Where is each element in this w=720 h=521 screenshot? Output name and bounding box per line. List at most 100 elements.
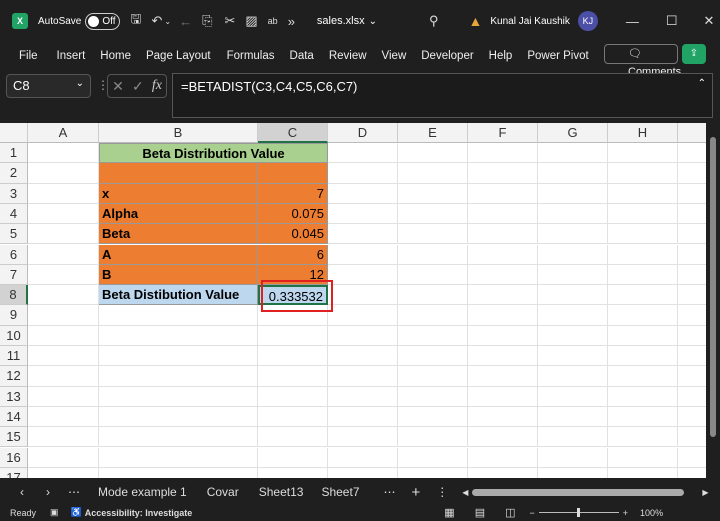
- cell[interactable]: [608, 427, 678, 448]
- tab-review[interactable]: Review: [329, 50, 367, 62]
- options-icon[interactable]: ⋮: [436, 485, 448, 499]
- more-commands-icon[interactable]: »: [288, 14, 295, 29]
- cell[interactable]: [468, 285, 538, 306]
- column-header-C[interactable]: C: [258, 123, 328, 143]
- cell[interactable]: [678, 387, 706, 407]
- redo-icon[interactable]: ←: [179, 14, 192, 29]
- cell[interactable]: [328, 285, 398, 306]
- name-box[interactable]: C8 ⌄: [6, 74, 91, 98]
- cell[interactable]: [398, 325, 468, 346]
- row-header-7[interactable]: 7: [0, 264, 28, 286]
- cell[interactable]: [28, 163, 99, 184]
- cell[interactable]: [99, 346, 258, 367]
- cell[interactable]: [28, 406, 99, 428]
- cell[interactable]: [608, 183, 678, 204]
- cell[interactable]: [538, 203, 608, 225]
- cell[interactable]: [258, 346, 328, 367]
- cell[interactable]: [328, 467, 398, 478]
- cell[interactable]: [28, 285, 99, 306]
- sheet-tab[interactable]: Covar: [207, 485, 239, 499]
- macro-icon[interactable]: ▣: [50, 507, 59, 518]
- cell[interactable]: [328, 183, 398, 204]
- row-header-14[interactable]: 14: [0, 406, 28, 428]
- scroll-right-icon[interactable]: ▶: [702, 488, 708, 497]
- normal-view-icon[interactable]: ▦: [444, 506, 454, 519]
- insert-function-icon[interactable]: fx: [152, 78, 162, 94]
- cell[interactable]: [328, 386, 398, 407]
- label-cell[interactable]: x: [99, 183, 258, 204]
- value-cell[interactable]: 7: [258, 183, 328, 204]
- row-header-1[interactable]: 1: [0, 143, 28, 164]
- save-icon[interactable]: 🖫: [130, 10, 141, 32]
- cell[interactable]: [678, 427, 706, 448]
- cell[interactable]: [28, 264, 99, 286]
- cell[interactable]: [678, 468, 706, 478]
- undo-icon[interactable]: ↶: [151, 13, 162, 29]
- cell[interactable]: [608, 386, 678, 407]
- cell[interactable]: [28, 244, 99, 265]
- formula-bar[interactable]: =BETADIST(C3,C4,C5,C6,C7) ⌃: [172, 73, 713, 118]
- cell[interactable]: [608, 325, 678, 346]
- cell[interactable]: [468, 183, 538, 204]
- zoom-out-icon[interactable]: −: [530, 508, 535, 518]
- cell[interactable]: [398, 203, 468, 225]
- cell[interactable]: [468, 366, 538, 387]
- cell[interactable]: [538, 244, 608, 265]
- row-header-10[interactable]: 10: [0, 325, 28, 346]
- cell[interactable]: [608, 346, 678, 367]
- cell[interactable]: [328, 244, 398, 265]
- collapse-icon[interactable]: ⌃: [698, 78, 706, 89]
- cell[interactable]: [28, 467, 99, 478]
- cell[interactable]: [258, 163, 328, 184]
- table-title-cell[interactable]: Beta Distribution Value: [99, 143, 328, 164]
- cell[interactable]: [608, 447, 678, 468]
- more-sheets-icon[interactable]: ⋯: [384, 485, 396, 499]
- tab-insert[interactable]: Insert: [57, 50, 86, 62]
- column-header-E[interactable]: E: [398, 123, 468, 143]
- cell[interactable]: [538, 325, 608, 346]
- minimize-icon[interactable]: —: [626, 14, 639, 29]
- cell[interactable]: [28, 427, 99, 448]
- label-cell[interactable]: B: [99, 264, 258, 286]
- scroll-left-icon[interactable]: ◀: [462, 488, 468, 497]
- column-header-D[interactable]: D: [328, 123, 398, 143]
- horizontal-scrollbar[interactable]: [472, 488, 685, 496]
- cell[interactable]: [398, 386, 468, 407]
- column-header-H[interactable]: H: [608, 123, 678, 143]
- cell[interactable]: [99, 406, 258, 428]
- cell[interactable]: [398, 183, 468, 204]
- cell[interactable]: [608, 244, 678, 265]
- cell[interactable]: [608, 406, 678, 428]
- spelling-icon[interactable]: ab: [268, 16, 278, 26]
- cell[interactable]: [398, 447, 468, 468]
- cell[interactable]: [328, 224, 398, 245]
- cell[interactable]: [468, 386, 538, 407]
- sheet-tab[interactable]: Sheet13: [259, 485, 304, 499]
- cell[interactable]: [398, 285, 468, 306]
- cell[interactable]: [99, 467, 258, 478]
- undo-dropdown-icon[interactable]: ⌄: [164, 17, 171, 26]
- file-name[interactable]: sales.xlsx: [317, 15, 365, 27]
- cell[interactable]: [258, 386, 328, 407]
- tab-formulas[interactable]: Formulas: [227, 50, 275, 62]
- picture-icon[interactable]: ▨: [245, 13, 257, 29]
- cell[interactable]: [608, 224, 678, 245]
- cell[interactable]: [468, 203, 538, 225]
- cell[interactable]: [678, 224, 706, 245]
- cell[interactable]: [99, 366, 258, 387]
- cell[interactable]: [28, 447, 99, 468]
- cell[interactable]: [678, 204, 706, 225]
- next-sheet-icon[interactable]: ›: [46, 485, 50, 499]
- cell[interactable]: [398, 467, 468, 478]
- label-cell[interactable]: A: [99, 244, 258, 265]
- vertical-scrollbar[interactable]: [706, 123, 720, 478]
- row-header-4[interactable]: 4: [0, 203, 28, 225]
- cancel-icon[interactable]: ✕: [112, 78, 124, 95]
- cell[interactable]: [328, 366, 398, 387]
- cell[interactable]: [468, 406, 538, 428]
- cell[interactable]: [398, 305, 468, 326]
- cell[interactable]: [678, 245, 706, 265]
- cell[interactable]: [328, 163, 398, 184]
- row-header-9[interactable]: 9: [0, 305, 28, 326]
- cell[interactable]: [538, 406, 608, 428]
